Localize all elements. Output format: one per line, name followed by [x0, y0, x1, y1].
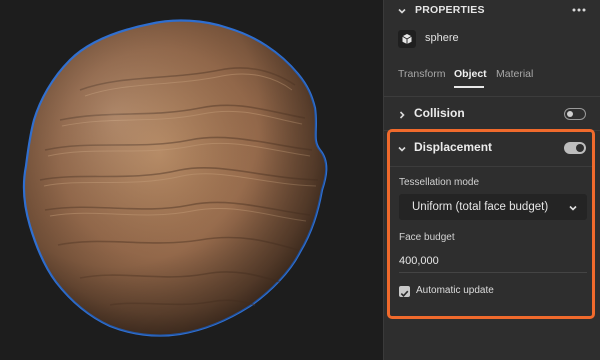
displacement-title: Displacement — [414, 140, 493, 154]
properties-title: PROPERTIES — [415, 4, 485, 16]
face-budget-input[interactable]: 400,000 — [399, 255, 439, 267]
sphere-model[interactable] — [0, 0, 383, 360]
collision-title: Collision — [414, 106, 465, 120]
tab-material[interactable]: Material — [496, 68, 533, 80]
displacement-section-header[interactable]: Displacement — [384, 139, 600, 159]
app-root: PROPERTIES sphere Transform Object Mater… — [0, 0, 600, 360]
collision-toggle[interactable] — [564, 108, 586, 120]
divider — [399, 272, 587, 273]
active-tab-indicator — [454, 86, 484, 88]
object-row: sphere — [398, 30, 588, 50]
properties-panel: PROPERTIES sphere Transform Object Mater… — [383, 0, 600, 360]
tessellation-mode-select[interactable]: Uniform (total face budget) — [399, 194, 587, 220]
tessellation-mode-label: Tessellation mode — [399, 177, 480, 188]
cube-icon — [398, 30, 416, 48]
chevron-down-icon[interactable] — [397, 6, 407, 16]
viewport[interactable] — [0, 0, 383, 360]
tessellation-mode-value: Uniform (total face budget) — [412, 201, 549, 213]
face-budget-label: Face budget — [399, 232, 455, 243]
checkmark-icon — [400, 290, 409, 297]
object-name: sphere — [425, 32, 459, 44]
chevron-down-icon[interactable] — [397, 144, 407, 154]
divider — [384, 96, 600, 97]
properties-tabs: Transform Object Material — [398, 68, 598, 90]
properties-header[interactable]: PROPERTIES — [384, 0, 600, 22]
tab-object[interactable]: Object — [454, 68, 487, 80]
displacement-toggle[interactable] — [564, 142, 586, 154]
chevron-right-icon[interactable] — [397, 110, 407, 120]
collision-section-header[interactable]: Collision — [384, 105, 600, 125]
tab-transform[interactable]: Transform — [398, 68, 445, 80]
more-horizontal-icon[interactable] — [571, 3, 587, 17]
chevron-down-icon — [568, 203, 578, 213]
automatic-update-label: Automatic update — [416, 285, 494, 296]
automatic-update-checkbox[interactable] — [399, 286, 410, 297]
divider — [390, 166, 592, 167]
